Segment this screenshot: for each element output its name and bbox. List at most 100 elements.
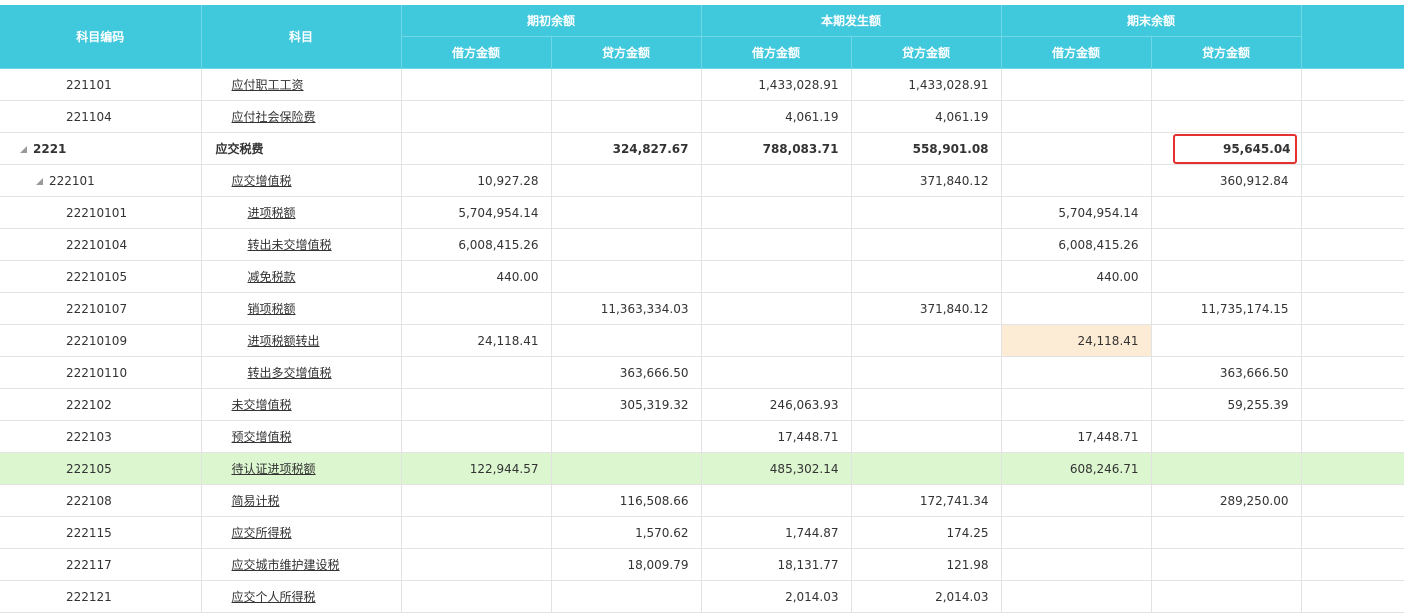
- cell-spacer: [1301, 356, 1404, 389]
- account-name-link[interactable]: 减免税款: [248, 270, 296, 284]
- table-row[interactable]: 22210107 销项税额 11,363,334.03 371,840.12 11,73…: [0, 292, 1404, 325]
- account-name-link[interactable]: 应交税费: [216, 142, 264, 156]
- account-code: 22210110: [66, 365, 128, 380]
- account-name-link[interactable]: 应付职工工资: [232, 78, 304, 92]
- table-row[interactable]: 22210110 转出多交增值税 363,666.50 363,666.50: [0, 356, 1404, 389]
- cell-opening-credit: [551, 452, 702, 485]
- collapse-triangle-icon[interactable]: [36, 177, 43, 185]
- cell-closing-debit: 440.00: [1001, 260, 1152, 293]
- table-row[interactable]: 222117 应交城市维护建设税 18,009.79 18,131.77 121.98: [0, 548, 1404, 581]
- cell-name: 应交税费: [201, 132, 402, 165]
- cell-period-debit: 485,302.14: [701, 452, 852, 485]
- col-header-period-debit[interactable]: 借方金额: [701, 36, 852, 69]
- col-header-opening-debit[interactable]: 借方金额: [401, 36, 552, 69]
- table-row[interactable]: 22210109 进项税额转出 24,118.41 24,118.41: [0, 324, 1404, 357]
- cell-code: 2221: [0, 132, 202, 165]
- cell-closing-debit: [1001, 548, 1152, 581]
- table-row[interactable]: 221101 应付职工工资 1,433,028.91 1,433,028.91: [0, 68, 1404, 101]
- cell-opening-debit: 440.00: [401, 260, 552, 293]
- cell-period-credit: [851, 452, 1002, 485]
- cell-name: 未交增值税: [201, 388, 402, 421]
- table-row[interactable]: 22210101 进项税额 5,704,954.14 5,704,954.14: [0, 196, 1404, 229]
- cell-code: 222117: [0, 548, 202, 581]
- cell-opening-debit: 24,118.41: [401, 324, 552, 357]
- col-header-code[interactable]: 科目编码: [0, 5, 202, 69]
- account-name-link[interactable]: 未交增值税: [232, 398, 292, 412]
- col-header-closing-debit[interactable]: 借方金额: [1001, 36, 1152, 69]
- cell-period-credit: 1,433,028.91: [851, 68, 1002, 101]
- amount-value: 4,061.19: [785, 109, 839, 124]
- amount-value: 10,927.28: [477, 173, 539, 188]
- account-name-link[interactable]: 待认证进项税额: [232, 462, 316, 476]
- cell-opening-debit: [401, 356, 552, 389]
- cell-spacer: [1301, 292, 1404, 325]
- table-row[interactable]: 2221 应交税费 324,827.67 788,083.71 558,901.08 95…: [0, 132, 1404, 165]
- cell-opening-credit: 18,009.79: [551, 548, 702, 581]
- col-header-opening-credit[interactable]: 贷方金额: [551, 36, 702, 69]
- account-code: 22210107: [66, 301, 128, 316]
- account-name-link[interactable]: 预交增值税: [232, 430, 292, 444]
- table-row[interactable]: 222105 待认证进项税额 122,944.57 485,302.14 608,246…: [0, 452, 1404, 485]
- account-code: 222105: [66, 461, 112, 476]
- account-code: 222102: [66, 397, 112, 412]
- account-name-link[interactable]: 简易计税: [232, 494, 280, 508]
- cell-closing-debit: 6,008,415.26: [1001, 228, 1152, 261]
- table-row[interactable]: 221104 应付社会保险费 4,061.19 4,061.19: [0, 100, 1404, 133]
- account-name-link[interactable]: 应交城市维护建设税: [232, 558, 340, 572]
- cell-period-credit: 4,061.19: [851, 100, 1002, 133]
- account-name-link[interactable]: 转出多交增值税: [248, 366, 332, 380]
- account-code: 22210101: [66, 205, 128, 220]
- table-row[interactable]: 222102 未交增值税 305,319.32 246,063.93 59,255.39: [0, 388, 1404, 421]
- table-row[interactable]: 22210104 转出未交增值税 6,008,415.26 6,008,415.26: [0, 228, 1404, 261]
- collapse-triangle-icon[interactable]: [20, 145, 27, 153]
- account-name-link[interactable]: 应付社会保险费: [232, 110, 316, 124]
- cell-name: 应交城市维护建设税: [201, 548, 402, 581]
- table-row[interactable]: 222103 预交增值税 17,448.71 17,448.71: [0, 420, 1404, 453]
- table-row[interactable]: 222101 应交增值税 10,927.28 371,840.12 360,912.84: [0, 164, 1404, 197]
- amount-value: 174.25: [946, 525, 989, 540]
- account-name-link[interactable]: 转出未交增值税: [248, 238, 332, 252]
- cell-closing-credit: 360,912.84: [1151, 164, 1302, 197]
- cell-period-debit: 1,744.87: [701, 516, 852, 549]
- col-header-closing-credit[interactable]: 贷方金额: [1151, 36, 1302, 69]
- cell-closing-debit: 17,448.71: [1001, 420, 1152, 453]
- cell-closing-credit: [1151, 324, 1302, 357]
- account-name-link[interactable]: 应交所得税: [232, 526, 292, 540]
- cell-period-credit: 121.98: [851, 548, 1002, 581]
- cell-opening-debit: [401, 292, 552, 325]
- cell-spacer: [1301, 196, 1404, 229]
- cell-opening-debit: [401, 388, 552, 421]
- cell-closing-credit: 363,666.50: [1151, 356, 1302, 389]
- cell-spacer: [1301, 388, 1404, 421]
- cell-code: 22210110: [0, 356, 202, 389]
- amount-value: 24,118.41: [477, 333, 539, 348]
- account-code: 222103: [66, 429, 112, 444]
- cell-closing-debit: [1001, 356, 1152, 389]
- cell-name: 预交增值税: [201, 420, 402, 453]
- cell-period-debit: 4,061.19: [701, 100, 852, 133]
- account-name-link[interactable]: 进项税额: [248, 206, 296, 220]
- cell-closing-credit: [1151, 260, 1302, 293]
- cell-opening-debit: [401, 516, 552, 549]
- table-row[interactable]: 22210105 减免税款 440.00 440.00: [0, 260, 1404, 293]
- account-name-link[interactable]: 应交增值税: [232, 174, 292, 188]
- amount-value: 289,250.00: [1219, 493, 1289, 508]
- group-header-opening: 期初余额: [401, 5, 702, 37]
- col-header-name[interactable]: 科目: [201, 5, 402, 69]
- cell-spacer: [1301, 420, 1404, 453]
- amount-value: 305,319.32: [619, 397, 689, 412]
- amount-value: 116,508.66: [619, 493, 689, 508]
- cell-opening-debit: 10,927.28: [401, 164, 552, 197]
- account-name-link[interactable]: 进项税额转出: [248, 334, 320, 348]
- cell-code: 221104: [0, 100, 202, 133]
- table-row[interactable]: 222115 应交所得税 1,570.62 1,744.87 174.25: [0, 516, 1404, 549]
- cell-spacer: [1301, 164, 1404, 197]
- amount-value: 59,255.39: [1227, 397, 1289, 412]
- account-name-link[interactable]: 应交个人所得税: [232, 590, 316, 604]
- col-header-period-credit[interactable]: 贷方金额: [851, 36, 1002, 69]
- account-name-link[interactable]: 销项税额: [248, 302, 296, 316]
- cell-period-debit: [701, 228, 852, 261]
- amount-value: 2,014.03: [785, 589, 839, 604]
- table-row[interactable]: 222108 简易计税 116,508.66 172,741.34 289,250.00: [0, 484, 1404, 517]
- cell-spacer: [1301, 228, 1404, 261]
